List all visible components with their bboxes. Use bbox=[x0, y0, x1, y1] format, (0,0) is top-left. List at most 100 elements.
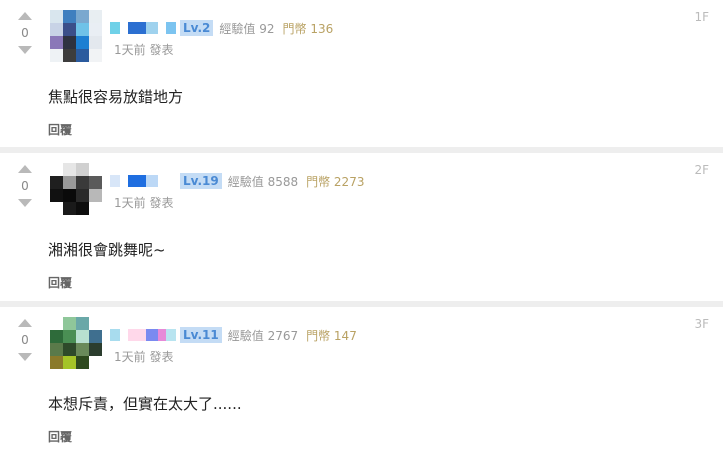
username-pixel bbox=[110, 329, 120, 341]
coin-value: 門幣 147 bbox=[306, 328, 357, 343]
avatar-pixel bbox=[63, 317, 76, 330]
comment-meta: Lv.2 經驗值 92 門幣 136 bbox=[110, 18, 333, 38]
avatar-pixel bbox=[89, 330, 102, 343]
avatar-pixel bbox=[89, 176, 102, 189]
downvote-icon[interactable] bbox=[18, 353, 32, 361]
avatar-pixel bbox=[63, 343, 76, 356]
avatar-pixel bbox=[76, 356, 89, 369]
avatar-pixel bbox=[89, 23, 102, 36]
username-pixel bbox=[128, 175, 146, 187]
avatar-pixel bbox=[63, 176, 76, 189]
posted-time: 1天前 發表 bbox=[114, 196, 174, 210]
coin-value: 門幣 136 bbox=[282, 21, 334, 36]
avatar-pixel bbox=[76, 163, 89, 176]
username-pixel bbox=[110, 22, 120, 34]
avatar-pixel bbox=[76, 330, 89, 343]
avatar-pixel bbox=[63, 36, 76, 49]
avatar-pixel bbox=[76, 317, 89, 330]
downvote-icon[interactable] bbox=[18, 46, 32, 54]
username-pixel bbox=[158, 22, 166, 34]
comment-text: 焦點很容易放錯地方 bbox=[48, 88, 184, 106]
reply-button[interactable]: 回覆 bbox=[48, 274, 72, 291]
username-pixel bbox=[120, 329, 128, 341]
avatar-pixel bbox=[50, 317, 63, 330]
comment-meta: Lv.11 經驗值 2767 門幣 147 bbox=[110, 325, 357, 345]
avatar-pixel bbox=[50, 10, 63, 23]
username-pixel bbox=[166, 22, 176, 34]
avatar-pixel bbox=[76, 36, 89, 49]
username-pixel bbox=[146, 22, 158, 34]
username-pixel bbox=[110, 175, 120, 187]
avatar-pixel bbox=[76, 49, 89, 62]
experience-value: 經驗值 8588 bbox=[227, 174, 299, 189]
reply-button[interactable]: 回覆 bbox=[48, 121, 72, 138]
floor-number: 1F bbox=[694, 10, 709, 24]
vote-count: 0 bbox=[21, 179, 29, 193]
username-blurred[interactable] bbox=[110, 22, 176, 34]
username-pixel bbox=[146, 329, 158, 341]
username-pixel bbox=[166, 175, 176, 187]
avatar-pixel bbox=[50, 330, 63, 343]
experience-value: 經驗值 92 bbox=[219, 21, 275, 36]
avatar-pixel bbox=[89, 202, 102, 215]
avatar-pixel bbox=[50, 343, 63, 356]
username-pixel bbox=[120, 175, 128, 187]
posted-time: 1天前 發表 bbox=[114, 43, 174, 57]
avatar-pixel bbox=[89, 317, 102, 330]
username-blurred[interactable] bbox=[110, 329, 176, 341]
username-pixel bbox=[128, 329, 146, 341]
level-badge: Lv.19 bbox=[180, 173, 222, 189]
avatar-pixel bbox=[63, 189, 76, 202]
avatar[interactable] bbox=[50, 317, 102, 369]
username-blurred[interactable] bbox=[110, 175, 176, 187]
avatar-pixel bbox=[76, 176, 89, 189]
coin-value: 門幣 2273 bbox=[306, 174, 365, 189]
avatar-pixel bbox=[89, 36, 102, 49]
floor-number: 3F bbox=[694, 317, 709, 331]
upvote-icon[interactable] bbox=[18, 165, 32, 173]
avatar[interactable] bbox=[50, 163, 102, 215]
avatar-pixel bbox=[89, 189, 102, 202]
avatar-pixel bbox=[50, 49, 63, 62]
avatar-pixel bbox=[76, 23, 89, 36]
avatar-pixel bbox=[76, 202, 89, 215]
avatar-pixel bbox=[63, 330, 76, 343]
comment-meta: Lv.19 經驗值 8588 門幣 2273 bbox=[110, 171, 364, 191]
upvote-icon[interactable] bbox=[18, 319, 32, 327]
avatar-pixel bbox=[63, 49, 76, 62]
posted-time: 1天前 發表 bbox=[114, 350, 174, 364]
username-pixel bbox=[158, 175, 166, 187]
upvote-icon[interactable] bbox=[18, 12, 32, 20]
avatar-pixel bbox=[89, 49, 102, 62]
reply-button[interactable]: 回覆 bbox=[48, 428, 72, 445]
username-pixel bbox=[158, 329, 166, 341]
experience-value: 經驗值 2767 bbox=[227, 328, 299, 343]
vote-box: 0 bbox=[14, 165, 36, 207]
level-badge: Lv.11 bbox=[180, 327, 222, 343]
floor-number: 2F bbox=[694, 163, 709, 177]
downvote-icon[interactable] bbox=[18, 199, 32, 207]
vote-count: 0 bbox=[21, 333, 29, 347]
avatar-pixel bbox=[89, 343, 102, 356]
avatar-pixel bbox=[50, 189, 63, 202]
vote-box: 0 bbox=[14, 12, 36, 54]
comment-2: 0 Lv.19 經驗值 8588 門幣 2273 1天前 發表 2F 湘湘很會跳… bbox=[0, 153, 723, 301]
avatar[interactable] bbox=[50, 10, 102, 62]
avatar-pixel bbox=[89, 10, 102, 23]
avatar-pixel bbox=[63, 202, 76, 215]
avatar-pixel bbox=[89, 163, 102, 176]
username-pixel bbox=[166, 329, 176, 341]
avatar-pixel bbox=[76, 343, 89, 356]
avatar-pixel bbox=[63, 163, 76, 176]
username-pixel bbox=[120, 22, 128, 34]
avatar-pixel bbox=[50, 23, 63, 36]
avatar-pixel bbox=[76, 10, 89, 23]
comment-text: 本想斥責，但實在太大了...... bbox=[48, 395, 242, 413]
avatar-pixel bbox=[50, 202, 63, 215]
comment-1: 0 Lv.2 經驗值 92 門幣 136 1天前 發表 1F 焦點很容易放錯地方… bbox=[0, 0, 723, 147]
level-badge: Lv.2 bbox=[180, 20, 214, 36]
comment-text: 湘湘很會跳舞呢~ bbox=[48, 241, 166, 259]
vote-box: 0 bbox=[14, 319, 36, 361]
vote-count: 0 bbox=[21, 26, 29, 40]
avatar-pixel bbox=[76, 189, 89, 202]
